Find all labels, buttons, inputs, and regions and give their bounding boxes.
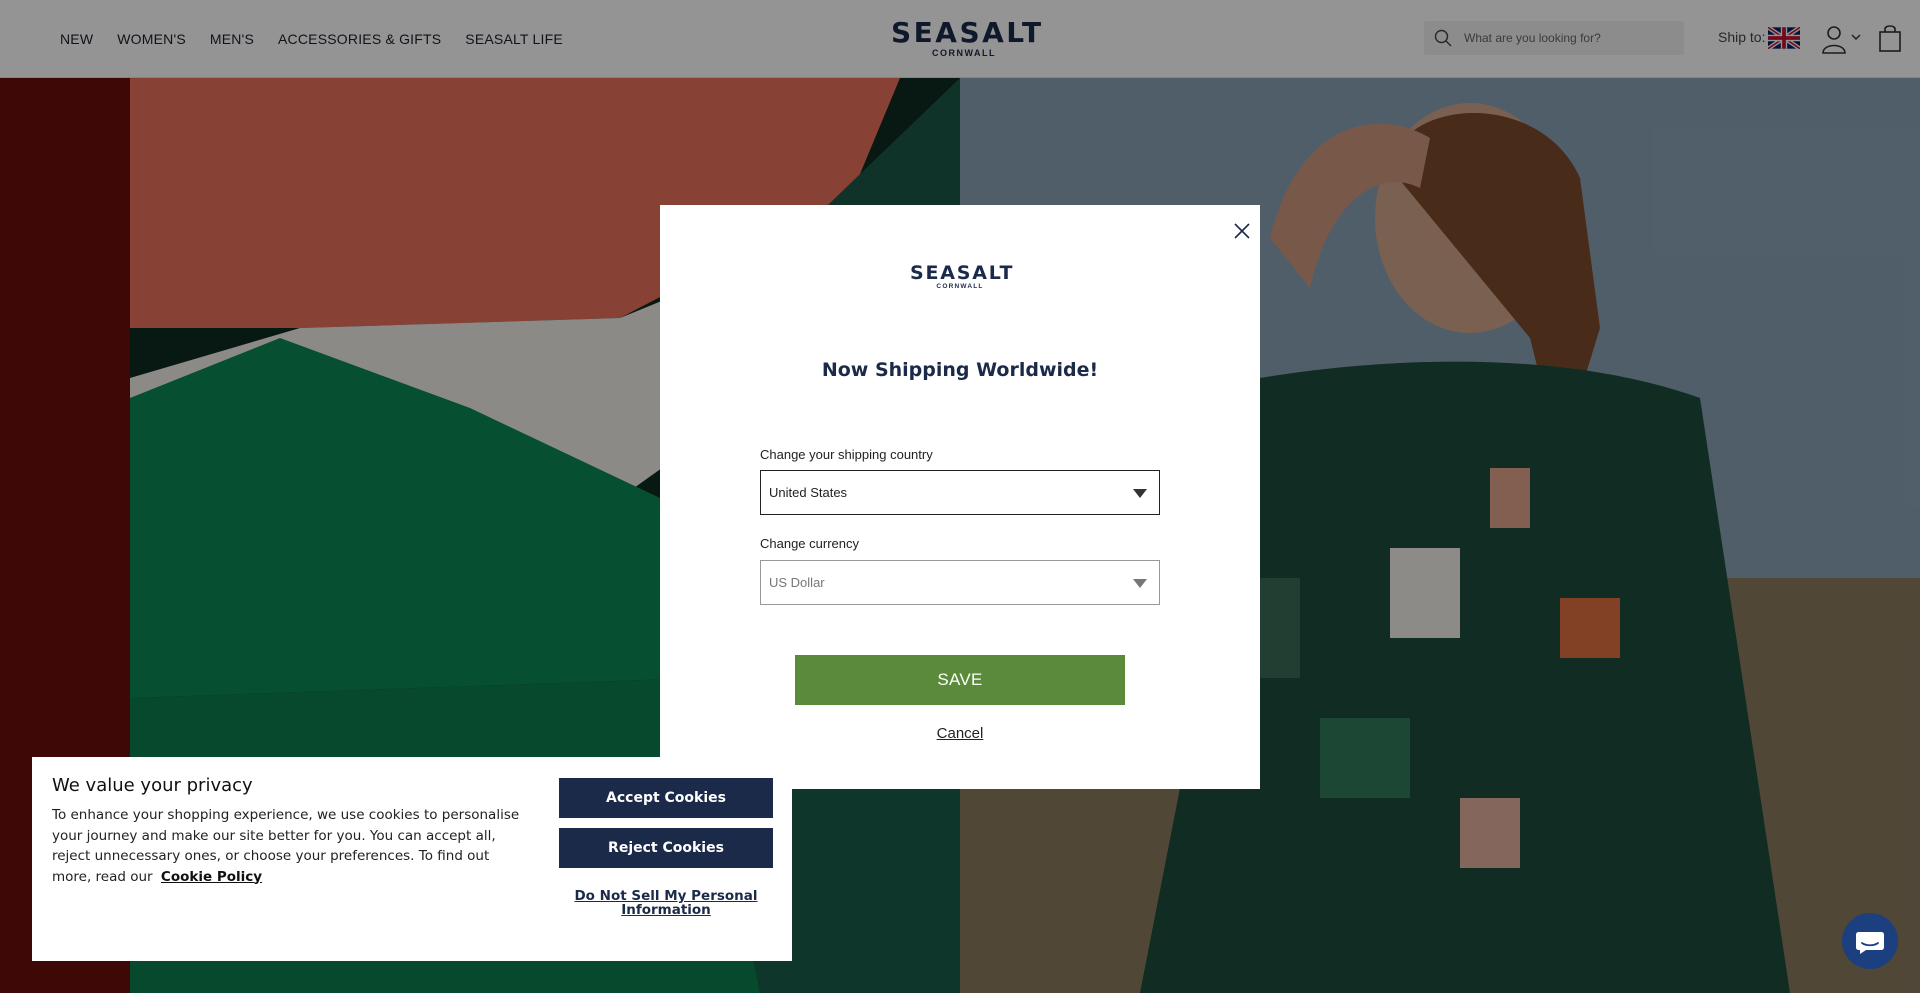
modal-logo-wordmark: SEASALT (910, 262, 1015, 284)
currency-label: Change currency (760, 536, 859, 551)
country-label: Change your shipping country (760, 447, 933, 462)
chat-button[interactable] (1842, 913, 1898, 969)
cancel-link[interactable]: Cancel (660, 725, 1260, 742)
close-icon[interactable] (1230, 219, 1254, 243)
cookie-title: We value your privacy (52, 775, 253, 796)
modal-title: Now Shipping Worldwide! (821, 359, 1099, 381)
cookie-body: To enhance your shopping experience, we … (52, 807, 520, 885)
dropdown-caret-icon (1133, 579, 1147, 588)
do-not-sell-link[interactable]: Do Not Sell My Personal Information (559, 889, 773, 917)
cookie-banner: We value your privacy To enhance your sh… (32, 757, 792, 961)
currency-select[interactable]: US Dollar (760, 560, 1160, 605)
shipping-modal: SEASALT CORNWALL Now Shipping Worldwide!… (660, 205, 1260, 789)
modal-logo-subtitle: CORNWALL (936, 283, 984, 290)
cookie-text: To enhance your shopping experience, we … (52, 805, 522, 887)
cookie-policy-link[interactable]: Cookie Policy (161, 869, 262, 885)
currency-select-value: US Dollar (769, 575, 825, 590)
reject-cookies-button[interactable]: Reject Cookies (559, 828, 773, 868)
modal-logo: SEASALT CORNWALL (910, 262, 1015, 291)
chat-icon (1856, 932, 1884, 954)
dropdown-caret-icon (1133, 489, 1147, 498)
accept-cookies-button[interactable]: Accept Cookies (559, 778, 773, 818)
country-select-value: United States (769, 485, 848, 500)
country-select[interactable]: United States (760, 470, 1160, 515)
save-button[interactable]: SAVE (795, 655, 1125, 705)
